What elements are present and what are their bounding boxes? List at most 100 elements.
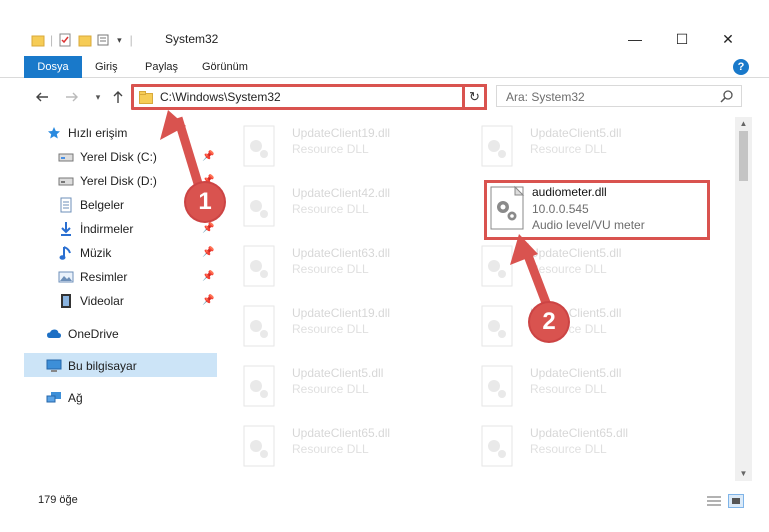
dll-file-icon bbox=[488, 185, 528, 236]
tab-share[interactable]: Paylaş bbox=[134, 56, 189, 78]
sidebar-item-label: Videolar bbox=[80, 294, 124, 308]
close-button[interactable]: ✕ bbox=[705, 24, 751, 54]
search-input[interactable]: Ara: System32 bbox=[496, 85, 742, 107]
sidebar-item-label: Resimler bbox=[80, 270, 128, 284]
step-2-callout: 2 bbox=[530, 303, 568, 341]
dll-file-icon bbox=[480, 124, 516, 171]
maximize-button[interactable]: ☐ bbox=[659, 24, 705, 54]
file-name: UpdateClient63.dll bbox=[292, 246, 391, 260]
recent-locations-icon[interactable]: ▾ bbox=[88, 87, 108, 107]
pin-icon[interactable]: 📌 bbox=[202, 271, 214, 282]
search-icon[interactable] bbox=[720, 89, 734, 106]
step-1-callout: 1 bbox=[186, 183, 224, 221]
file-item[interactable]: UpdateClient5.dll Resource DLL bbox=[460, 120, 690, 174]
file-item[interactable]: UpdateClient19.dll Resource DLL bbox=[222, 120, 452, 174]
star-icon bbox=[46, 125, 62, 141]
file-item[interactable]: UpdateClient5.dll Resource DLL bbox=[460, 300, 690, 354]
drive-icon bbox=[58, 173, 74, 189]
folder-icon bbox=[139, 91, 153, 107]
sidebar-item-drive-c[interactable]: Yerel Disk (C:) bbox=[58, 146, 157, 168]
cloud-icon bbox=[46, 326, 62, 342]
file-name: UpdateClient19.dll bbox=[292, 126, 391, 140]
address-bar[interactable]: C:\Windows\System32 ▾ bbox=[131, 84, 486, 110]
file-item[interactable]: UpdateClient5.dll Resource DLL bbox=[222, 360, 452, 414]
pin-icon[interactable]: 📌 bbox=[202, 247, 214, 258]
music-icon bbox=[58, 245, 74, 261]
file-item[interactable]: UpdateClient65.dll Resource DLL bbox=[460, 420, 690, 474]
sidebar-item-drive-d[interactable]: Yerel Disk (D:) bbox=[58, 170, 157, 192]
window-title: System32 bbox=[165, 32, 219, 46]
file-item[interactable]: UpdateClient42.dll Resource DLL bbox=[222, 180, 452, 234]
file-item[interactable]: UpdateClient65.dll Resource DLL bbox=[222, 420, 452, 474]
new-folder-icon[interactable] bbox=[77, 32, 93, 48]
search-placeholder: Ara: System32 bbox=[506, 90, 585, 104]
view-options-icon[interactable] bbox=[97, 32, 113, 48]
item-count: 179 öğe bbox=[38, 494, 78, 506]
sidebar-item-label: Müzik bbox=[80, 246, 112, 260]
scroll-down-icon[interactable]: ▼ bbox=[735, 467, 752, 481]
vertical-scrollbar[interactable]: ▲ ▼ bbox=[735, 117, 752, 481]
tab-home[interactable]: Giriş bbox=[84, 56, 129, 78]
dll-file-icon bbox=[242, 124, 278, 171]
file-item[interactable]: UpdateClient19.dll Resource DLL bbox=[222, 300, 452, 354]
file-item[interactable]: UpdateClient63.dll Resource DLL bbox=[222, 240, 452, 294]
title-bar: | ▾ | System32 — ☐ ✕ bbox=[0, 0, 769, 52]
sidebar-item-quick-access[interactable]: Hızlı erişim bbox=[46, 122, 127, 144]
sidebar-item-label: İndirmeler bbox=[80, 222, 134, 236]
dll-file-icon bbox=[480, 424, 516, 471]
tab-view[interactable]: Görünüm bbox=[191, 56, 259, 78]
sidebar-item-label: Yerel Disk (D:) bbox=[80, 174, 157, 188]
tab-file[interactable]: Dosya bbox=[24, 56, 82, 78]
downloads-icon bbox=[58, 221, 74, 237]
pin-icon[interactable]: 📌 bbox=[202, 223, 214, 234]
details-view-icon[interactable] bbox=[706, 494, 722, 508]
sidebar-item-label: Hızlı erişim bbox=[68, 126, 128, 140]
navigation-bar: ▾ C:\Windows\System32 ▾ ↻ Ara: System32 bbox=[24, 80, 769, 114]
scroll-up-icon[interactable]: ▲ bbox=[735, 117, 752, 131]
folder-icon bbox=[30, 32, 46, 48]
customize-dropdown-icon[interactable]: ▾ bbox=[117, 35, 122, 46]
sidebar-item-this-pc[interactable]: Bu bilgisayar bbox=[46, 355, 137, 377]
quick-access-toolbar: | ▾ | bbox=[30, 30, 133, 50]
large-icons-view-icon[interactable] bbox=[728, 494, 744, 508]
up-button[interactable] bbox=[108, 87, 128, 107]
properties-icon[interactable] bbox=[57, 32, 73, 48]
refresh-icon: ↻ bbox=[469, 89, 480, 104]
pin-icon[interactable]: 📌 bbox=[202, 151, 214, 162]
file-name: UpdateClient65.dll bbox=[292, 426, 391, 440]
dll-file-icon bbox=[242, 244, 278, 291]
forward-button[interactable] bbox=[62, 87, 82, 107]
sidebar-item-downloads[interactable]: İndirmeler bbox=[58, 218, 133, 240]
sidebar-item-documents[interactable]: Belgeler bbox=[58, 194, 124, 216]
file-description: Resource DLL bbox=[292, 142, 369, 156]
sidebar-item-label: OneDrive bbox=[68, 327, 119, 341]
address-path[interactable]: C:\Windows\System32 bbox=[160, 90, 281, 104]
scroll-thumb[interactable] bbox=[739, 131, 748, 181]
sidebar-item-label: Belgeler bbox=[80, 198, 125, 212]
sidebar-item-music[interactable]: Müzik bbox=[58, 242, 111, 264]
dll-file-icon bbox=[242, 304, 278, 351]
help-icon[interactable]: ? bbox=[733, 59, 749, 75]
file-description: Resource DLL bbox=[530, 442, 607, 456]
minimize-button[interactable]: — bbox=[612, 24, 658, 54]
sidebar-item-network[interactable]: Ağ bbox=[46, 387, 83, 409]
dll-file-icon bbox=[242, 184, 278, 231]
back-button[interactable] bbox=[32, 87, 52, 107]
file-name: UpdateClient5.dll bbox=[530, 126, 622, 140]
file-item[interactable]: UpdateClient5.dll Resource DLL bbox=[460, 360, 690, 414]
sidebar-item-onedrive[interactable]: OneDrive bbox=[46, 323, 119, 345]
forward-arrow-icon bbox=[66, 92, 78, 102]
sidebar-item-videos[interactable]: Videolar bbox=[58, 290, 124, 312]
sidebar-item-label: Ağ bbox=[68, 391, 83, 405]
file-item[interactable]: UpdateClient5.dll Resource DLL bbox=[460, 240, 690, 294]
pin-icon[interactable]: 📌 bbox=[202, 295, 214, 306]
documents-icon bbox=[58, 197, 74, 213]
refresh-button[interactable]: ↻ bbox=[462, 84, 487, 110]
back-arrow-icon bbox=[36, 92, 48, 102]
file-description: Resource DLL bbox=[292, 382, 369, 396]
highlighted-file-item[interactable]: audiometer.dll 10.0.0.545 Audio level/VU… bbox=[484, 180, 710, 240]
sidebar-item-pictures[interactable]: Resimler bbox=[58, 266, 127, 288]
pictures-icon bbox=[58, 269, 74, 285]
file-description: Resource DLL bbox=[292, 322, 369, 336]
file-description: Resource DLL bbox=[530, 382, 607, 396]
